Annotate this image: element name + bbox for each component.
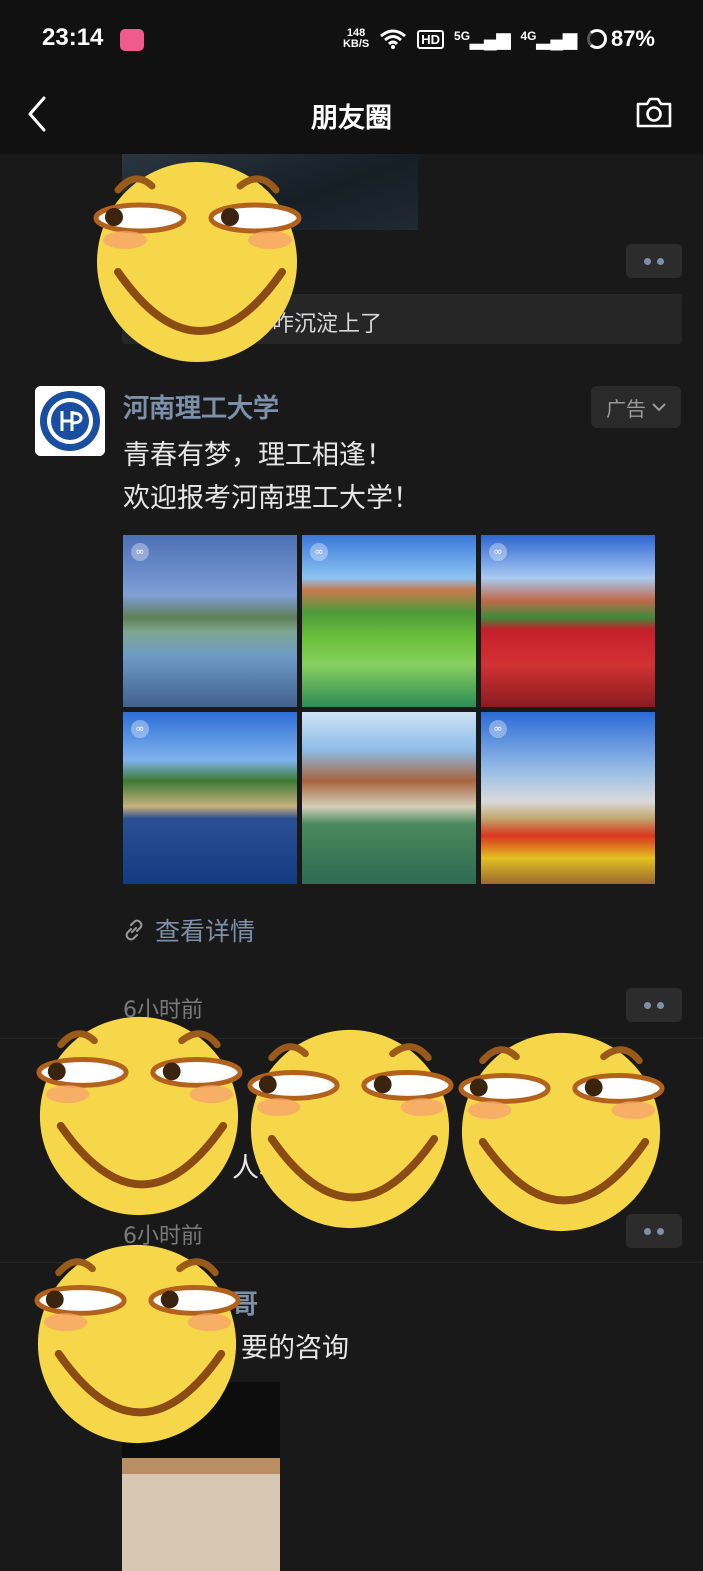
more-actions-button[interactable]: [626, 988, 682, 1022]
post-author-name[interactable]: 河南理工大学: [123, 388, 279, 425]
link-icon: ∞: [131, 720, 149, 738]
post-text: 要的咨询: [241, 1333, 349, 1364]
post-photo[interactable]: ∞: [481, 712, 655, 884]
network-speed: 148 KB/S: [342, 27, 370, 50]
link-icon: [125, 919, 143, 941]
link-icon: ∞: [489, 543, 507, 561]
signal-4g-icon: 4G▂▄▆: [520, 28, 577, 49]
link-icon: ∞: [310, 543, 328, 561]
dot-icon: [644, 257, 651, 265]
post-photo[interactable]: ∞: [123, 535, 297, 707]
app-notification-icon: [120, 29, 144, 51]
dot-icon: [657, 1001, 664, 1009]
hd-icon: HD: [417, 29, 445, 49]
nav-bar: 朋友圈: [0, 78, 703, 154]
ad-badge-button[interactable]: 广告: [591, 386, 681, 428]
post-photo[interactable]: ∞: [302, 535, 476, 707]
university-logo-icon: [35, 386, 105, 456]
smiley-sticker-icon: [247, 1029, 454, 1229]
photo-grid: ∞ ∞ ∞ ∞ ∞: [123, 535, 656, 884]
smiley-sticker-icon: [36, 1016, 243, 1216]
smiley-sticker-icon: [34, 1244, 241, 1444]
status-icons: 148 KB/S HD 5G▂▄▆ 4G▂▄▆ 87%: [343, 26, 655, 52]
page-title: 朋友圈: [311, 103, 392, 134]
dot-icon: [644, 1001, 651, 1009]
smiley-sticker-icon: [458, 1032, 665, 1232]
signal-5g-icon: 5G▂▄▆: [454, 28, 511, 49]
post-photo[interactable]: ∞: [481, 535, 655, 707]
view-details-link[interactable]: 查看详情: [123, 912, 255, 948]
post-text: 青春有梦，理工相逢！ 欢迎报考河南理工大学！: [123, 440, 420, 514]
wifi-icon: [380, 29, 407, 49]
chevron-down-icon: [652, 403, 666, 412]
status-bar: 23:14 148 KB/S HD 5G▂▄▆ 4G▂▄▆ 87%: [0, 0, 703, 78]
dot-icon: [657, 257, 664, 265]
status-time: 23:14: [42, 24, 104, 51]
battery-indicator: 87%: [586, 26, 655, 52]
post-photo[interactable]: ∞: [123, 712, 297, 884]
smiley-sticker-icon: [93, 162, 302, 362]
camera-icon[interactable]: [635, 95, 673, 129]
post-photo[interactable]: [302, 712, 476, 884]
avatar[interactable]: [35, 386, 105, 456]
link-icon: ∞: [489, 720, 507, 738]
battery-icon: [586, 29, 607, 49]
link-icon: ∞: [131, 543, 149, 561]
more-actions-button[interactable]: [626, 244, 682, 278]
